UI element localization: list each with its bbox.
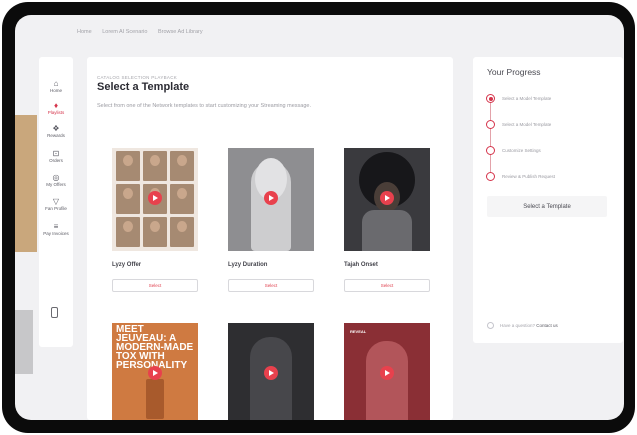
template-thumbnail[interactable] [228,148,314,251]
progress-step: Select a Model Template [486,120,616,130]
template-thumbnail[interactable]: MEET JEUVEAU: A MODERN-MADE TOX WITH PER… [112,323,198,420]
select-template-cta-button[interactable]: Select a Template [487,196,607,217]
help-text: Have a question? [500,323,536,328]
background-decoration [15,115,37,252]
breadcrumb-item[interactable]: Browse Ad Library [158,29,203,35]
template-thumbnail[interactable] [112,148,198,251]
page-title: Select a Template [97,81,190,93]
gift-icon: ❖ [52,124,60,133]
template-thumbnail[interactable] [344,148,430,251]
select-template-button[interactable]: Select [344,279,430,292]
step-label: Select a Model Template [502,96,552,101]
select-template-button[interactable]: Select [112,279,198,292]
progress-step: Review & Publish Request [486,172,616,182]
play-icon[interactable] [264,366,278,380]
sidebar-item-rewards[interactable]: ❖ Rewards [39,124,73,139]
help-row: Have a question? Contact us [487,322,617,332]
template-thumbnail[interactable]: REVEAL [344,323,430,420]
play-icon[interactable] [380,191,394,205]
step-indicator-icon [486,146,495,155]
play-icon[interactable] [148,191,162,205]
progress-title: Your Progress [487,67,541,77]
thumbnail-headline: MEET JEUVEAU: A MODERN-MADE TOX WITH PER… [116,324,194,371]
sidebar-item-playlists[interactable]: ♦ Playlists [39,101,73,116]
sidebar: ⌂ Home ♦ Playlists ❖ Rewards ⊡ Orders ◎ … [39,57,73,347]
sidebar-item-label: Pay Invoices [43,231,69,236]
template-name: Lyzy Duration [228,262,268,268]
step-label: Review & Publish Request [502,174,556,179]
template-thumbnail[interactable] [228,323,314,420]
invoice-icon: ≡ [53,222,59,231]
select-template-button[interactable]: Select [228,279,314,292]
template-name: Tajah Onset [344,262,378,268]
template-panel: CATALOG SELECTION PLAYBACK Select a Temp… [87,57,453,420]
sidebar-item-label: Orders [49,158,63,163]
steps-connector [490,97,491,174]
sidebar-item-fan-profile[interactable]: ▽ Fan Profile [39,197,73,212]
playlist-icon: ♦ [53,101,59,110]
template-name: Lyzy Offer [112,262,142,268]
play-icon[interactable] [380,366,394,380]
step-label: Select a Model Template [502,122,552,127]
contact-us-link[interactable]: Contact us [536,323,558,328]
progress-panel: Your Progress Select a Model Template Se… [473,57,623,343]
breadcrumb: Home Lorem AI Scenario Browse Ad Library [77,29,212,35]
sidebar-item-orders[interactable]: ⊡ Orders [39,149,73,164]
step-label: Customize Settings [502,148,541,153]
bag-icon: ⊡ [52,149,60,158]
page-subtitle: Select from one of the Network templates… [97,103,311,109]
sidebar-item-pay-invoices[interactable]: ≡ Pay Invoices [39,222,73,237]
sidebar-item-label: Playlists [47,110,65,115]
step-indicator-icon [486,172,495,181]
sidebar-item-label: Home [49,88,62,93]
question-icon [487,322,494,329]
home-icon: ⌂ [53,79,59,88]
section-eyebrow: CATALOG SELECTION PLAYBACK [97,75,178,80]
sidebar-item-label: Fan Profile [45,206,67,211]
profile-icon: ▽ [52,197,60,206]
thumbnail-tag: REVEAL [350,329,367,334]
mobile-phone-icon[interactable] [51,307,58,318]
sidebar-item-my-offers[interactable]: ◎ My Offers [39,173,73,188]
sidebar-item-label: My Offers [46,182,66,187]
app-screen: Home Lorem AI Scenario Browse Ad Library… [15,15,624,420]
sidebar-item-home[interactable]: ⌂ Home [39,79,73,94]
tag-icon: ◎ [52,173,60,182]
step-indicator-icon [486,94,495,103]
play-icon[interactable] [264,191,278,205]
device-frame: Home Lorem AI Scenario Browse Ad Library… [2,2,635,433]
progress-step: Customize Settings [486,146,616,156]
step-indicator-icon [486,120,495,129]
breadcrumb-item[interactable]: Home [77,29,92,35]
breadcrumb-item[interactable]: Lorem AI Scenario [102,29,147,35]
play-icon[interactable] [148,366,162,380]
sidebar-item-label: Rewards [47,133,65,138]
progress-step: Select a Model Template [486,94,616,104]
background-decoration [15,310,33,374]
